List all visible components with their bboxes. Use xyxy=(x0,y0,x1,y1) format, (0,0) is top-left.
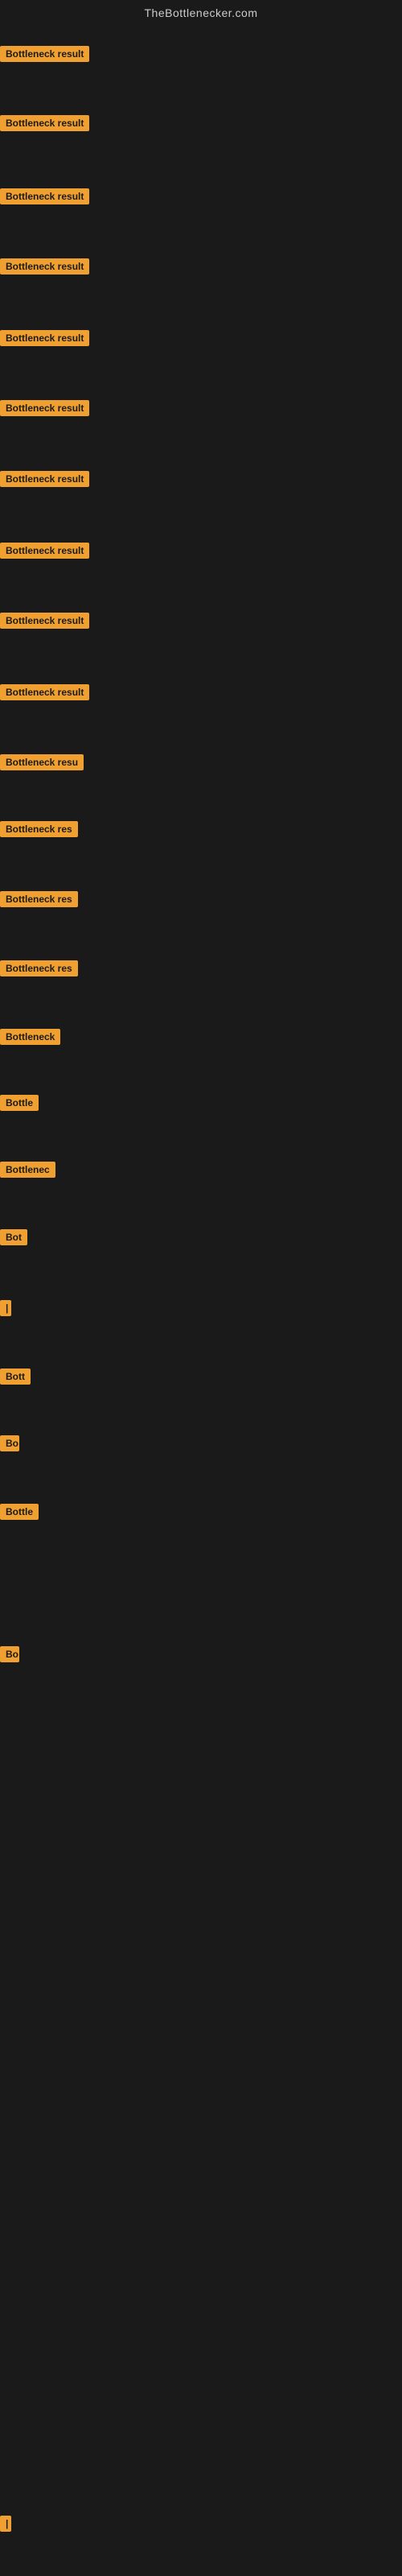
bottleneck-badge-row: Bottleneck result xyxy=(0,258,89,279)
bottleneck-badge[interactable]: Bo xyxy=(0,1646,19,1662)
bottleneck-badge[interactable]: Bottleneck result xyxy=(0,258,89,275)
bottleneck-badge[interactable]: Bottleneck result xyxy=(0,115,89,131)
bottleneck-badge[interactable]: Bottleneck result xyxy=(0,471,89,487)
bottleneck-badge[interactable]: Bottleneck result xyxy=(0,46,89,62)
bottleneck-badge-row: Bottleneck res xyxy=(0,821,78,841)
bottleneck-badge[interactable]: Bottleneck result xyxy=(0,188,89,204)
bottleneck-badge[interactable]: Bottleneck result xyxy=(0,543,89,559)
bottleneck-badge-row: Bottleneck result xyxy=(0,115,89,135)
bottleneck-badge[interactable]: Bottleneck result xyxy=(0,330,89,346)
bottleneck-badge[interactable]: Bo xyxy=(0,1435,19,1451)
bottleneck-badge[interactable]: Bottlenec xyxy=(0,1162,55,1178)
bottleneck-badge-row: Bottleneck resu xyxy=(0,754,84,774)
bottleneck-badge-row: Bottleneck res xyxy=(0,891,78,911)
bottleneck-badge[interactable]: Bottleneck xyxy=(0,1029,60,1045)
bottleneck-badge-row: Bottleneck result xyxy=(0,543,89,563)
bottleneck-badge-row: Bottleneck result xyxy=(0,613,89,633)
bottleneck-badge-row: Bottleneck result xyxy=(0,400,89,420)
bottleneck-badge[interactable]: | xyxy=(0,1300,11,1316)
bottleneck-badge-row: Bott xyxy=(0,1368,31,1389)
bottleneck-badge-row: Bottleneck res xyxy=(0,960,78,980)
site-title: TheBottlenecker.com xyxy=(0,0,402,26)
bottleneck-badge[interactable]: Bottleneck result xyxy=(0,400,89,416)
bottleneck-badge[interactable]: Bottle xyxy=(0,1504,39,1520)
bottleneck-badge-row: Bottleneck result xyxy=(0,330,89,350)
bottleneck-badge[interactable]: Bottleneck res xyxy=(0,960,78,976)
bottleneck-badge-row: Bottlenec xyxy=(0,1162,55,1182)
bottleneck-badge[interactable]: Bottleneck res xyxy=(0,891,78,907)
bottleneck-badge[interactable]: Bottleneck resu xyxy=(0,754,84,770)
bottleneck-badge-row: Bottleneck result xyxy=(0,471,89,491)
bottleneck-badge-row: Bottleneck result xyxy=(0,684,89,704)
bottleneck-badge-row: Bo xyxy=(0,1435,19,1455)
bottleneck-badge-row: | xyxy=(0,2516,11,2536)
bottleneck-badge[interactable]: Bott xyxy=(0,1368,31,1385)
bottleneck-badge[interactable]: Bot xyxy=(0,1229,27,1245)
bottleneck-badge-row: Bottleneck result xyxy=(0,46,89,66)
bottleneck-badge-row: Bottle xyxy=(0,1504,39,1524)
bottleneck-badge[interactable]: Bottleneck result xyxy=(0,684,89,700)
bottleneck-badge-row: Bot xyxy=(0,1229,27,1249)
bottleneck-badge-row: Bottleneck result xyxy=(0,188,89,208)
bottleneck-badge-row: Bottleneck xyxy=(0,1029,60,1049)
bottleneck-badge-row: Bo xyxy=(0,1646,19,1666)
bottleneck-badge[interactable]: Bottleneck result xyxy=(0,613,89,629)
bottleneck-badge[interactable]: Bottleneck res xyxy=(0,821,78,837)
bottleneck-badge-row: | xyxy=(0,1300,11,1320)
bottleneck-badge[interactable]: Bottle xyxy=(0,1095,39,1111)
bottleneck-badge-row: Bottle xyxy=(0,1095,39,1115)
bottleneck-badge[interactable]: | xyxy=(0,2516,11,2532)
